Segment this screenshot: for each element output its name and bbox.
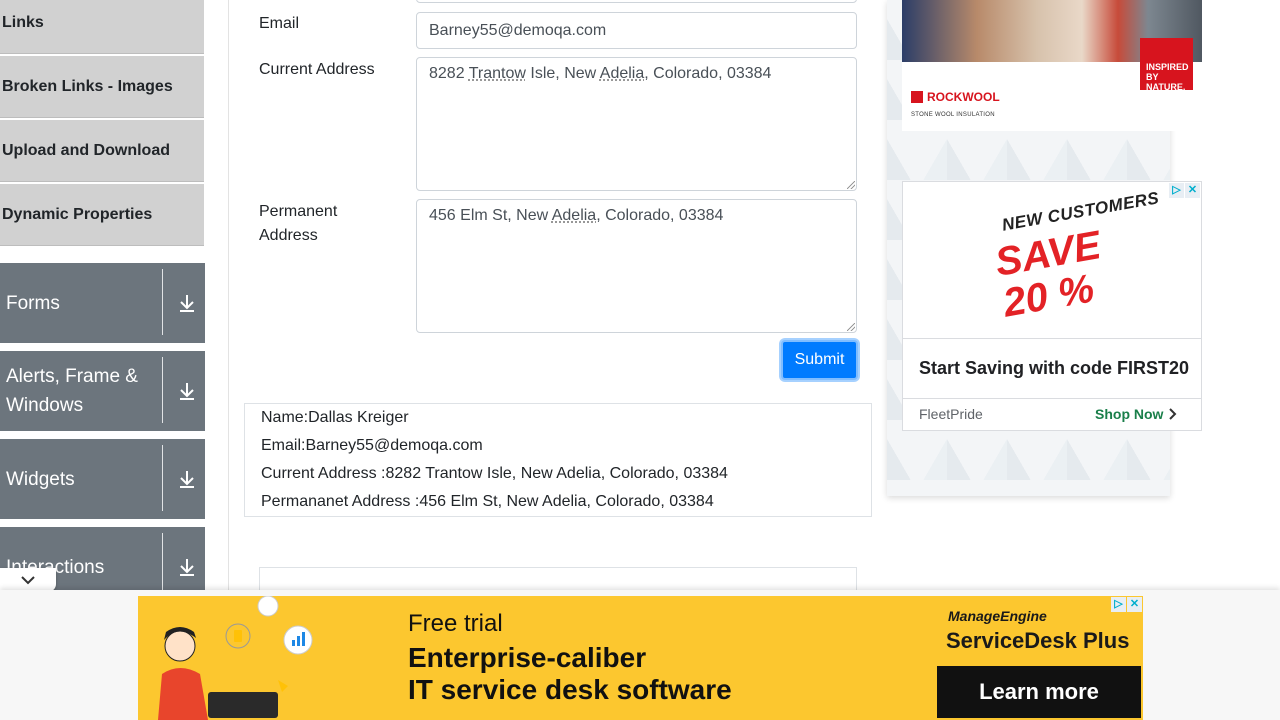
ad-fleetpride[interactable]: NEW CUSTOMERS SAVE 20 % ▷ ✕ Start Saving… [902,181,1202,431]
banner-line-1: Free trial [408,610,503,637]
ad-headline[interactable]: Start Saving with code FIRST20 [919,358,1189,379]
sidebar-item-broken-links[interactable]: Broken Links - Images [0,56,204,118]
permanent-address-label: Permanent Address [259,203,338,244]
output-name: Name:Dallas Kreiger [261,409,409,426]
sidebar-group-widgets[interactable]: Widgets [0,439,205,519]
group-label: Alerts, Frame & Windows [6,366,138,416]
download-arrow-icon[interactable] [178,557,196,577]
ad-image: NEW CUSTOMERS SAVE 20 % [903,182,1201,339]
resize-handle[interactable] [847,323,855,331]
resize-handle[interactable] [847,181,855,189]
sidebar-item-label: Broken Links - Images [2,77,173,95]
close-icon[interactable]: ✕ [1185,183,1200,198]
banner-product: ServiceDesk Plus [946,628,1130,653]
bottom-banner-ad[interactable]: Free trial Enterprise-caliber IT service… [138,596,1143,720]
banner-line-3: IT service desk software [408,674,732,705]
close-icon[interactable]: ✕ [1127,597,1142,612]
ad-info-icon[interactable]: ▷ [1169,183,1184,198]
submit-button[interactable]: Submit [781,340,858,380]
email-label: Email [259,15,300,32]
group-divider [162,269,163,335]
sidebar-group-alerts[interactable]: Alerts, Frame & Windows [0,351,205,431]
group-divider [162,445,163,511]
full-name-field[interactable] [416,0,857,3]
sidebar-item-links[interactable]: Links [0,0,204,54]
current-address-textarea[interactable]: 8282 Trantow Isle, New Adelia, Colorado,… [416,57,857,191]
ad-badge: INSPIRED BY NATURE. [1140,38,1193,92]
ad-rockwool[interactable]: INSPIRED BY NATURE. ROCKWOOL STONE WOOL … [902,0,1202,131]
ad-info-icon[interactable]: ▷ [1111,597,1126,612]
output-email: Email:Barney55@demoqa.com [261,437,483,454]
download-arrow-icon[interactable] [178,381,196,401]
group-divider [162,357,163,423]
ad-choices[interactable]: ▷ ✕ [1111,597,1142,612]
output-current-address: Current Address :8282 Trantow Isle, New … [261,465,728,482]
sidebar-group-forms[interactable]: Forms [0,263,205,343]
email-field[interactable]: Barney55@demoqa.com [416,12,857,49]
collapse-tab[interactable] [0,568,56,592]
chevron-right-icon [1169,408,1177,420]
banner-line-2: Enterprise-caliber [408,642,647,673]
learn-more-button[interactable]: Learn more [937,666,1141,718]
permanent-address-textarea[interactable]: 456 Elm St, New Adelia, Colorado, 03384 [416,199,857,333]
main-divider [228,0,229,600]
sidebar-item-label: Links [2,13,44,31]
person-illustration-icon [158,596,313,720]
output-permanent-address: Permananet Address :456 Elm St, New Adel… [261,493,714,510]
shop-now-button[interactable]: Shop Now [1095,406,1177,422]
sidebar: Links Broken Links - Images Upload and D… [0,0,205,607]
group-label: Widgets [6,468,75,490]
download-arrow-icon[interactable] [178,469,196,489]
ad-brand: ROCKWOOL [911,90,1000,104]
group-label: Forms [6,292,60,314]
rockwool-logo-icon [911,91,923,103]
sidebar-item-dynamic-properties[interactable]: Dynamic Properties [0,184,204,246]
ad-advertiser: FleetPride [919,406,983,422]
download-arrow-icon[interactable] [178,293,196,313]
ad-separator [903,398,1201,399]
sidebar-item-upload-download[interactable]: Upload and Download [0,120,204,182]
chevron-down-icon [21,576,35,585]
current-address-label: Current Address [259,61,375,78]
ad-tagline: STONE WOOL INSULATION [911,112,995,118]
banner-brand: ManageEngine [948,608,1047,624]
sidebar-item-label: Dynamic Properties [2,205,153,223]
ad-choices[interactable]: ▷ ✕ [1169,183,1200,198]
output-panel: Name:Dallas Kreiger Email:Barney55@demoq… [244,403,872,517]
sidebar-item-label: Upload and Download [2,141,170,159]
